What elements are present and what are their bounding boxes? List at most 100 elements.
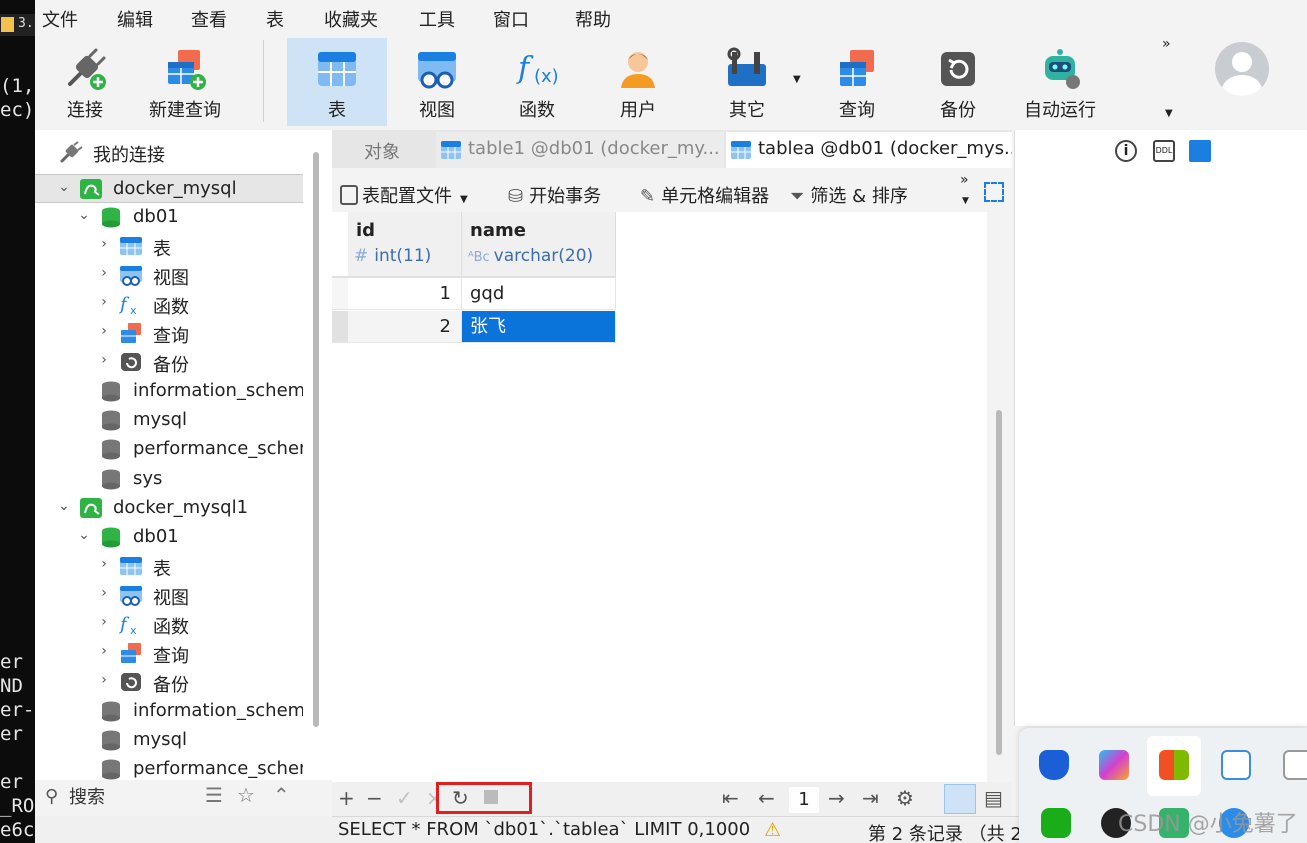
nav-item[interactable]: sys (35, 465, 303, 494)
nav-item[interactable]: information_schema (35, 377, 303, 406)
grid-layout-icon[interactable] (1189, 140, 1211, 162)
toolbar-caret-icon[interactable]: ▼ (962, 196, 969, 206)
menu-favorites[interactable]: 收藏夹 (324, 6, 378, 32)
grid-view-icon[interactable] (944, 784, 976, 814)
app-store-icon[interactable] (1159, 750, 1189, 780)
security-app-icon[interactable] (1039, 750, 1069, 780)
row-header[interactable] (332, 278, 348, 310)
chevron-down-icon[interactable]: ⌄ (77, 207, 91, 223)
chevron-right-icon[interactable]: › (97, 672, 111, 688)
nav-item[interactable]: › 视图 (35, 581, 303, 610)
chevron-right-icon[interactable]: › (97, 236, 111, 252)
menu-edit[interactable]: 编辑 (117, 6, 153, 32)
chevron-right-icon[interactable]: › (97, 614, 111, 630)
cell-editor-button[interactable]: ✎ 单元格编辑器 (640, 182, 769, 208)
menu-view[interactable]: 查看 (191, 6, 227, 32)
wechat-icon[interactable] (1041, 808, 1071, 838)
nav-item[interactable]: › 视图 (35, 261, 303, 290)
column-header-name[interactable]: name ᴬBc varchar(20) (462, 212, 616, 276)
terminal-tab[interactable]: 3. (0, 14, 35, 36)
table-cell-id[interactable]: 1 (348, 278, 462, 310)
menu-file[interactable]: 文件 (42, 6, 78, 32)
query-button[interactable]: 查询 (807, 38, 907, 126)
collapse-icon[interactable]: ⌃ (273, 783, 290, 807)
column-header-id[interactable]: id # int(11) (348, 212, 462, 276)
chevron-right-icon[interactable]: › (97, 294, 111, 310)
add-record-icon[interactable]: + (338, 786, 355, 810)
search-icon[interactable]: ⚲ (45, 786, 58, 807)
automation-button[interactable]: 自动运行 (1010, 38, 1110, 126)
chevron-right-icon[interactable]: › (97, 323, 111, 339)
page-number-input[interactable]: 1 (789, 787, 819, 813)
chevron-down-icon[interactable]: ⌄ (57, 179, 71, 195)
nav-item[interactable]: › 备份 (35, 668, 303, 697)
nav-item[interactable]: › 查询 (35, 639, 303, 668)
previous-page-icon[interactable]: ← (758, 786, 775, 810)
user-button[interactable]: 用户 (588, 38, 688, 126)
chevron-down-icon[interactable]: ⌄ (57, 498, 71, 514)
table-cell-name[interactable]: 张飞 (462, 311, 616, 343)
vscode-like-icon[interactable] (1221, 750, 1251, 780)
nav-item[interactable]: › f x 函数 (35, 610, 303, 639)
other-button[interactable]: 其它 (697, 38, 797, 126)
nav-item[interactable]: mysql (35, 406, 303, 435)
ddl-icon[interactable]: DDL (1153, 140, 1175, 162)
menu-window[interactable]: 窗口 (493, 6, 529, 32)
table-cell-name[interactable]: gqd (462, 278, 616, 310)
gear-icon[interactable]: ⚙ (896, 786, 914, 810)
begin-transaction-button[interactable]: ⛁ 开始事务 (508, 182, 601, 208)
view-button[interactable]: 视图 (387, 38, 487, 126)
chevron-right-icon[interactable]: › (97, 643, 111, 659)
apply-changes-icon[interactable]: ✓ (396, 786, 413, 810)
nav-item[interactable]: › f x 函数 (35, 290, 303, 319)
nav-root[interactable]: 我的连接 (35, 138, 303, 167)
menu-table[interactable]: 表 (266, 6, 284, 32)
chevron-right-icon[interactable]: › (97, 352, 111, 368)
toolbar-overflow-icon[interactable]: » (960, 172, 969, 188)
toolbar-overflow-icon[interactable]: » (1162, 36, 1171, 52)
last-page-icon[interactable]: ⇥ (862, 786, 879, 810)
chevron-right-icon[interactable]: › (97, 556, 111, 572)
tab-table1[interactable]: table1 @db01 (docker_my... (436, 132, 724, 168)
microsoft365-icon[interactable] (1099, 750, 1129, 780)
nav-item[interactable]: › 表 (35, 552, 303, 581)
nav-item[interactable]: ⌄ db01 (35, 523, 303, 552)
nav-item[interactable]: › 表 (35, 232, 303, 261)
tab-tablea[interactable]: tablea @db01 (docker_mys... (726, 132, 1012, 168)
table-profile-button[interactable]: 表配置文件 ▼ (340, 182, 468, 208)
filter-icon[interactable]: ☰ (205, 783, 223, 807)
nav-item[interactable]: › 查询 (35, 319, 303, 348)
nav-item[interactable]: › 备份 (35, 348, 303, 377)
nav-item[interactable]: ⌄ db01 (35, 203, 303, 232)
new-query-button[interactable]: 新建查询 (135, 38, 235, 126)
menu-help[interactable]: 帮助 (575, 6, 611, 32)
navigator-scrollbar[interactable] (313, 152, 319, 727)
connect-button[interactable]: 连接 (35, 38, 135, 126)
function-button[interactable]: f (x) 函数 (487, 38, 587, 126)
table-button[interactable]: 表 (287, 38, 387, 126)
other-dropdown-icon[interactable]: ▼ (793, 74, 801, 85)
avatar[interactable] (1215, 42, 1269, 96)
nav-item[interactable]: ⌄ docker_mysql1 (35, 494, 303, 523)
menu-tools[interactable]: 工具 (419, 6, 455, 32)
info-icon[interactable]: i (1115, 140, 1137, 162)
chevron-right-icon[interactable]: › (97, 585, 111, 601)
table-cell-id[interactable]: 2 (348, 311, 462, 343)
media-app-icon[interactable] (1283, 750, 1307, 780)
warning-icon[interactable]: ⚠ (764, 819, 781, 841)
nav-item[interactable]: ⌄ docker_mysql (35, 174, 303, 203)
form-view-icon[interactable]: ▤ (984, 786, 1003, 810)
nav-item[interactable]: mysql (35, 726, 303, 755)
filter-sort-button[interactable]: ⏷ 筛选 & 排序 (790, 182, 908, 208)
backup-button[interactable]: 备份 (908, 38, 1008, 126)
next-page-icon[interactable]: → (828, 786, 845, 810)
chevron-down-icon[interactable]: ⌄ (77, 527, 91, 543)
fullscreen-icon[interactable] (984, 182, 1004, 202)
nav-item[interactable]: performance_schema (35, 755, 303, 780)
nav-item[interactable]: information_schema (35, 697, 303, 726)
tab-objects[interactable]: 对象 (332, 132, 434, 168)
first-page-icon[interactable]: ⇤ (722, 786, 739, 810)
delete-record-icon[interactable]: − (366, 786, 383, 810)
navigator-search-label[interactable]: 搜索 (69, 783, 105, 809)
nav-item[interactable]: performance_schema (35, 435, 303, 464)
